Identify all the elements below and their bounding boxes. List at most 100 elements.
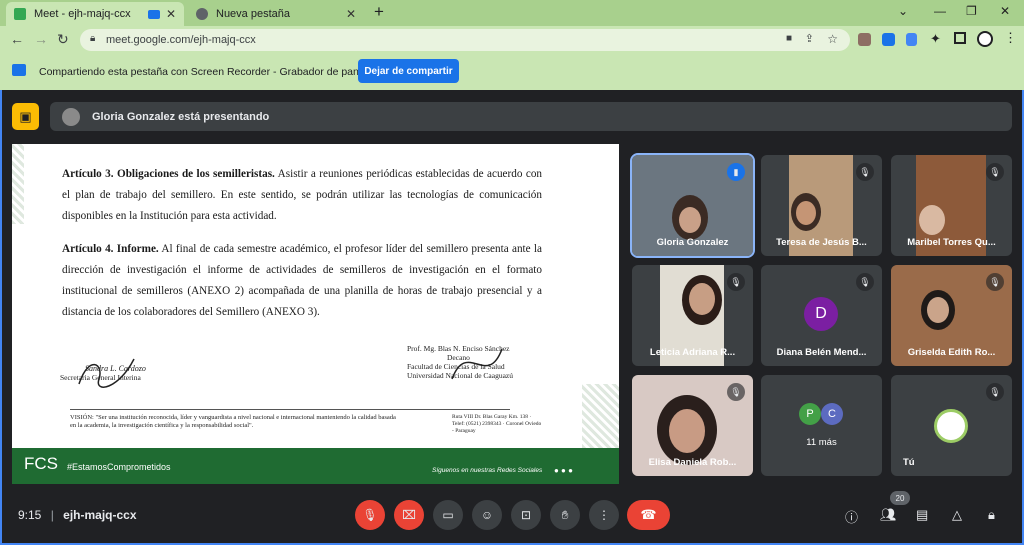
clock-time: 9:15 — [18, 508, 42, 522]
host-controls-icon[interactable]: 🔒︎ — [988, 507, 995, 523]
participant-name: Griselda Edith Ro... — [907, 347, 996, 358]
participant-name: Leticia Adriana R... — [649, 347, 736, 358]
participant-tile[interactable]: 🎙︎ Leticia Adriana R... — [632, 265, 753, 366]
browser-tab-strip: Meet - ejh-majq-ccx ✕ Nueva pestaña ✕ + … — [0, 0, 1024, 26]
handwritten-signature — [78, 358, 135, 388]
participant-name: Teresa de Jesús B... — [776, 237, 867, 248]
bookmark-star-icon[interactable]: ☆ — [827, 32, 838, 46]
participant-name: Gloria Gonzalez — [656, 237, 729, 248]
sharing-text: Compartiendo esta pestaña con Screen Rec… — [39, 66, 379, 78]
captions-button[interactable]: ▭ — [433, 500, 463, 530]
left-signature-block: Sandra L. Cardozo Secretaria General Int… — [60, 358, 146, 388]
docs-icon[interactable] — [906, 33, 917, 46]
people-icon[interactable]: 👥︎ — [880, 507, 897, 523]
menu-kebab-icon[interactable]: ⋮ — [1004, 30, 1017, 46]
camera-off-icon: ⌧ — [402, 508, 416, 522]
new-tab-button[interactable]: + — [374, 2, 384, 22]
presenter-text: Gloria Gonzalez está presentando — [92, 110, 270, 123]
camera-toggle-button[interactable]: ⌧ — [394, 500, 424, 530]
social-text: Síguenos en nuestras Redes Sociales — [432, 467, 543, 474]
participant-tile[interactable]: 🎙︎ Elisa Daniela Rob... — [632, 375, 753, 476]
reload-icon[interactable]: ↻ — [57, 31, 69, 48]
self-tile[interactable]: 🎙︎ Tú — [891, 375, 1012, 476]
close-tab-icon[interactable]: ✕ — [166, 7, 176, 21]
participant-tile[interactable]: ▮ Gloria Gonzalez — [630, 153, 755, 258]
sharing-icon — [12, 64, 26, 76]
participant-tile[interactable]: 🎙︎ Teresa de Jesús B... — [761, 155, 882, 256]
recording-indicator-icon — [148, 9, 160, 19]
share-icon[interactable]: ⇪ — [805, 32, 814, 45]
mic-toggle-button[interactable]: 🎙︎ — [355, 500, 385, 530]
handwritten-signature — [451, 348, 503, 380]
reactions-button[interactable]: ☺ — [472, 500, 502, 530]
article-3-title: Artículo 3. Obligaciones de los semiller… — [62, 168, 275, 180]
url-text: meet.google.com/ejh-majq-ccx — [106, 34, 256, 46]
mic-off-icon: 🎙︎ — [362, 508, 378, 522]
address-bar[interactable]: 🔒︎ meet.google.com/ejh-majq-ccx ■ ⇪ ☆ — [80, 29, 850, 51]
captions-icon: ▭ — [442, 508, 454, 522]
vision-statement: VISIÓN: "Ser una institución reconocida,… — [70, 414, 396, 429]
tab-title: Meet - ejh-majq-ccx — [34, 8, 131, 20]
participant-tile[interactable]: 🎙︎ Maribel Torres Qu... — [891, 155, 1012, 256]
close-window-icon[interactable]: ✕ — [1000, 4, 1010, 18]
close-tab-icon[interactable]: ✕ — [346, 7, 356, 21]
camera-icon[interactable]: ■ — [786, 33, 792, 44]
hashtag-text: #EstamosComprometidos — [67, 462, 171, 472]
emoji-icon: ☺ — [480, 508, 494, 522]
meeting-time: 9:15 | ejh-majq-ccx — [18, 508, 137, 522]
slide-pattern — [12, 144, 24, 224]
minimize-icon[interactable]: — — [934, 4, 946, 18]
tab-title: Nueva pestaña — [216, 8, 290, 20]
screen-recorder-icon[interactable] — [882, 33, 895, 46]
speaking-indicator-icon: ▮ — [727, 163, 745, 181]
profile-avatar[interactable] — [977, 31, 993, 47]
presenter-bar: Gloria Gonzalez está presentando — [50, 102, 1012, 131]
stop-sharing-button[interactable]: Dejar de compartir — [358, 59, 459, 83]
presented-slide: Artículo 3. Obligaciones de los semiller… — [12, 144, 619, 484]
participant-name: Diana Belén Mend... — [776, 347, 867, 358]
meet-favicon-icon — [14, 8, 26, 20]
participant-name: Elisa Daniela Rob... — [648, 457, 737, 468]
back-icon[interactable]: ← — [10, 31, 24, 47]
participant-count-badge: 20 — [890, 491, 910, 505]
document-text: Artículo 3. Obligaciones de los semiller… — [62, 164, 542, 335]
participant-tile[interactable]: D 🎙︎ Diana Belén Mend... — [761, 265, 882, 366]
info-icon[interactable]: ⓘ — [845, 507, 858, 526]
divider — [70, 409, 510, 410]
extensions-puzzle-icon[interactable]: ✦ — [930, 31, 941, 47]
slide-pattern — [582, 384, 619, 448]
globe-icon — [196, 8, 208, 20]
mic-off-icon: 🎙︎ — [986, 383, 1004, 401]
contact-info: Ruta VIII Dr. Blas Garay Km. 138 · Telef… — [452, 414, 542, 434]
fcs-logo: FCS — [24, 454, 58, 473]
leave-call-button[interactable]: ☎︎ — [627, 500, 670, 530]
mic-off-icon: 🎙︎ — [727, 273, 745, 291]
extension-icon[interactable] — [858, 33, 871, 46]
social-icons: ● ● ● — [554, 466, 573, 475]
stop-presenting-button[interactable]: ▣ — [12, 103, 39, 130]
participant-avatar: C — [821, 403, 843, 425]
raise-hand-button[interactable]: ✋︎ — [550, 500, 580, 530]
side-panel-icon[interactable] — [954, 32, 966, 44]
presenter-avatar — [62, 107, 80, 126]
article-3: Artículo 3. Obligaciones de los semiller… — [62, 164, 542, 227]
tab-new[interactable]: Nueva pestaña ✕ — [188, 2, 364, 26]
more-options-button[interactable]: ⋮ — [589, 500, 619, 530]
lock-icon: 🔒︎ — [90, 33, 96, 44]
activities-icon[interactable]: △ — [952, 507, 962, 523]
chat-icon[interactable]: ▤ — [916, 507, 928, 523]
self-avatar — [934, 409, 968, 443]
tab-meet[interactable]: Meet - ejh-majq-ccx ✕ — [6, 2, 184, 26]
tab-search-icon[interactable]: ⌄ — [898, 4, 908, 18]
maximize-icon[interactable]: ❐ — [966, 4, 977, 18]
kebab-icon: ⋮ — [598, 508, 610, 522]
forward-icon[interactable]: → — [34, 31, 48, 47]
article-4-title: Artículo 4. Informe. — [62, 243, 159, 255]
more-participants-tile[interactable]: P C 11 más — [761, 375, 882, 476]
participant-avatar: D — [804, 297, 838, 331]
hand-icon: ✋︎ — [561, 507, 569, 522]
meeting-controls: 9:15 | ejh-majq-ccx 🎙︎ ⌧ ▭ ☺ ⊡ ✋︎ ⋮ ☎︎ ⓘ… — [0, 492, 1024, 545]
participant-name: Tú — [903, 457, 915, 468]
participant-tile[interactable]: 🎙︎ Griselda Edith Ro... — [891, 265, 1012, 366]
present-button[interactable]: ⊡ — [511, 500, 541, 530]
